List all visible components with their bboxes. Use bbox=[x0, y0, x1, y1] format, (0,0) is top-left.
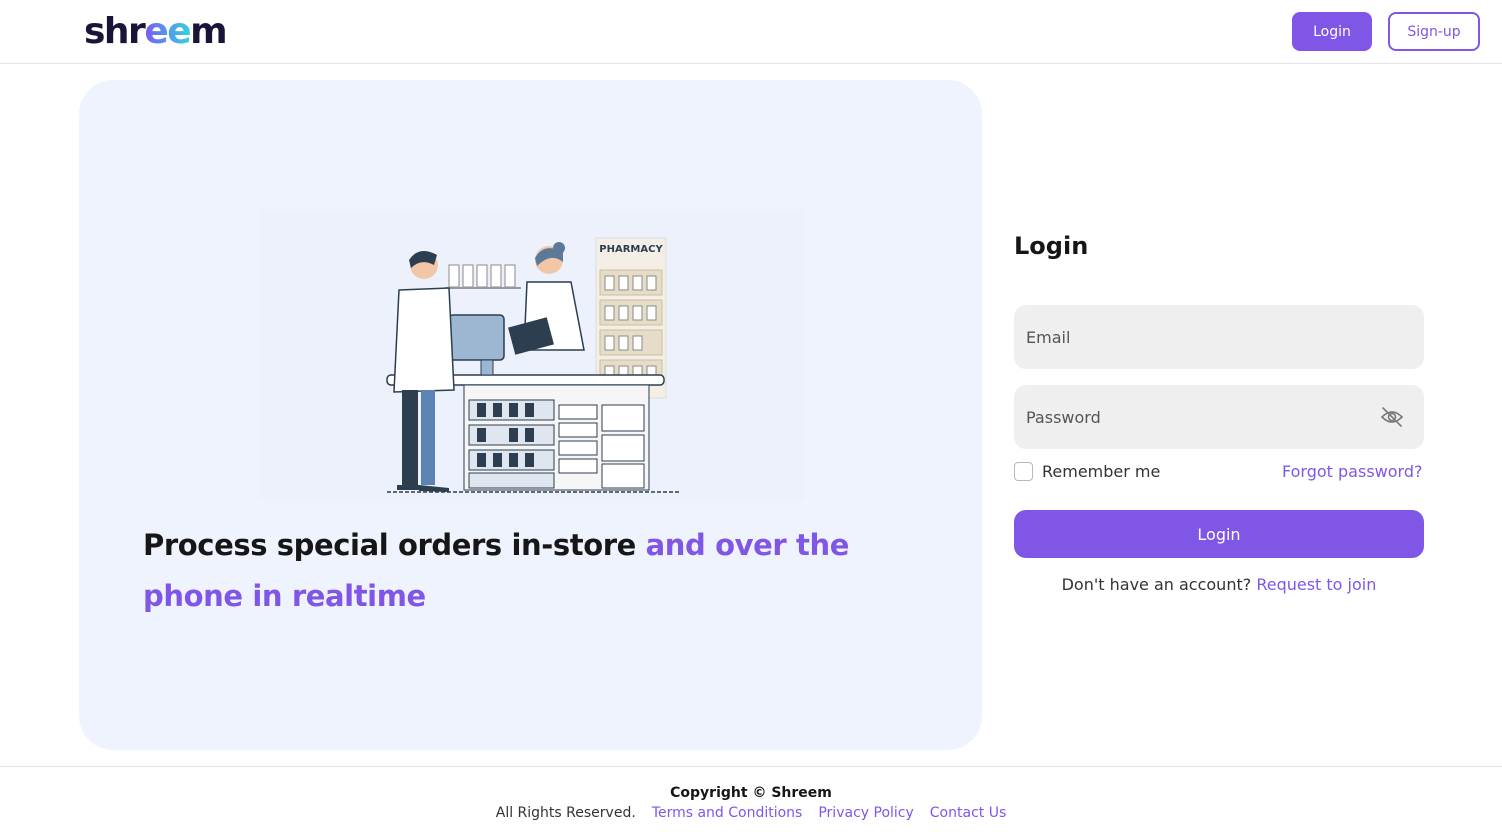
header-login-button[interactable]: Login bbox=[1292, 12, 1372, 51]
password-input[interactable] bbox=[1026, 407, 1366, 427]
remember-me-label: Remember me bbox=[1042, 462, 1161, 481]
footer-links-row: All Rights Reserved. Terms and Condition… bbox=[0, 805, 1502, 821]
header-signup-button[interactable]: Sign-up bbox=[1388, 12, 1480, 51]
request-join-row: Don't have an account? Request to join bbox=[1014, 575, 1424, 594]
contact-link[interactable]: Contact Us bbox=[930, 805, 1006, 821]
remember-me: Remember me bbox=[1014, 462, 1160, 481]
hero-panel: PHARMACY Process special orders in-store… bbox=[79, 80, 982, 750]
headline-plain: Process special orders in-store bbox=[143, 528, 646, 562]
rights-text: All Rights Reserved. bbox=[495, 805, 636, 821]
eye-slash-icon[interactable] bbox=[1380, 406, 1404, 428]
email-input[interactable] bbox=[1026, 327, 1366, 347]
pharmacy-illustration: PHARMACY bbox=[259, 210, 804, 500]
footer: Copyright © Shreem All Rights Reserved. … bbox=[0, 766, 1502, 840]
hero-headline: Process special orders in-store and over… bbox=[143, 520, 863, 622]
copyright-text: Copyright © Shreem bbox=[670, 785, 832, 801]
pharmacy-sign: PHARMACY bbox=[599, 244, 663, 255]
email-field[interactable] bbox=[1014, 305, 1424, 369]
password-field[interactable] bbox=[1014, 385, 1424, 449]
no-account-text: Don't have an account? bbox=[1061, 575, 1252, 594]
shreem-logo[interactable]: shreem bbox=[84, 12, 228, 52]
forgot-password-link[interactable]: Forgot password? bbox=[1282, 462, 1422, 481]
terms-link[interactable]: Terms and Conditions bbox=[652, 805, 803, 821]
privacy-link[interactable]: Privacy Policy bbox=[818, 805, 913, 821]
remember-me-checkbox[interactable] bbox=[1014, 462, 1033, 481]
request-to-join-link[interactable]: Request to join bbox=[1256, 575, 1376, 594]
login-title: Login bbox=[1014, 232, 1089, 260]
login-submit-button[interactable]: Login bbox=[1014, 510, 1424, 558]
top-header: shreem Login Sign-up bbox=[0, 0, 1502, 64]
